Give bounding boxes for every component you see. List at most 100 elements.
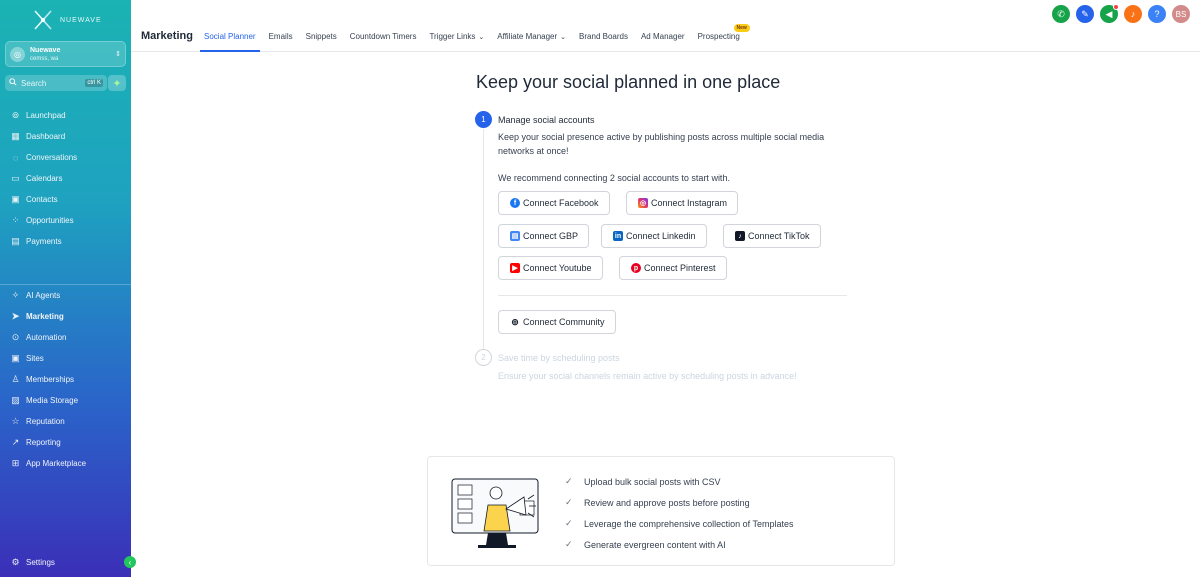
step-2-description: Ensure your social channels remain activ…	[498, 371, 797, 381]
sidebar-item-conversations[interactable]: ◌ Conversations	[0, 147, 131, 168]
button-label: Connect Pinterest	[644, 263, 716, 273]
sidebar-item-label: Settings	[26, 558, 55, 567]
magic-wand-icon: ✎	[1081, 8, 1089, 19]
quick-add-button[interactable]: ✦	[108, 75, 126, 91]
feature-text: Review and approve posts before posting	[584, 497, 750, 508]
sidebar-item-memberships[interactable]: ♙ Memberships	[0, 369, 131, 390]
tab-label: Emails	[268, 32, 293, 41]
tab-brand-boards[interactable]: Brand Boards	[575, 26, 632, 52]
grid-icon: ▦	[11, 131, 20, 141]
button-label: Connect TikTok	[748, 231, 810, 241]
sidebar-item-sites[interactable]: ▣ Sites	[0, 348, 131, 369]
step-1-title: Manage social accounts	[498, 115, 595, 125]
sidebar-item-label: Opportunities	[26, 216, 74, 225]
payments-icon: ▤	[11, 236, 20, 246]
opportunities-icon: ⁘	[11, 215, 20, 225]
sidebar-item-label: AI Agents	[26, 291, 61, 300]
notifications-button[interactable]: ♪	[1124, 5, 1142, 23]
button-label: Connect Facebook	[523, 198, 599, 208]
header-actions: ✆ ✎ ◀ ♪ ? BS	[1052, 4, 1190, 23]
help-button[interactable]: ?	[1148, 5, 1166, 23]
check-icon: ✓	[565, 518, 573, 528]
button-label: Connect Linkedin	[626, 231, 696, 241]
tab-prospecting[interactable]: Prospecting New	[694, 24, 750, 52]
brand-logo[interactable]: NUEWAVE	[32, 8, 102, 32]
tab-snippets[interactable]: Snippets	[302, 26, 341, 52]
connect-youtube-button[interactable]: ▶ Connect Youtube	[498, 256, 603, 280]
sidebar-item-label: Calendars	[26, 174, 63, 183]
facebook-icon: f	[510, 198, 520, 208]
sidebar-item-dashboard[interactable]: ▦ Dashboard	[0, 126, 131, 147]
calendar-icon: ▭	[11, 173, 20, 183]
sidebar-item-label: Automation	[26, 333, 67, 342]
connect-linkedin-button[interactable]: in Connect Linkedin	[601, 224, 707, 248]
chevron-updown-icon: ⇕	[115, 51, 121, 58]
sidebar-settings: ⚙ Settings	[0, 552, 131, 573]
community-icon: ⊚	[511, 316, 519, 327]
button-label: Connect Community	[523, 317, 605, 327]
sidebar-item-media-storage[interactable]: ▨ Media Storage	[0, 390, 131, 411]
location-icon: ◎	[10, 46, 25, 62]
chat-icon: ◌	[12, 152, 19, 163]
pinterest-icon: p	[631, 263, 641, 273]
plus-icon: ✦	[112, 77, 122, 90]
sidebar-item-label: Dashboard	[26, 132, 66, 141]
sidebar-item-automation[interactable]: ⊙ Automation	[0, 327, 131, 348]
help-icon: ?	[1154, 9, 1160, 19]
connect-gbp-button[interactable]: ▤ Connect GBP	[498, 224, 590, 248]
phone-button[interactable]: ✆	[1052, 5, 1070, 23]
sidebar-item-marketing[interactable]: ➤ Marketing	[0, 306, 131, 327]
tab-social-planner[interactable]: Social Planner	[200, 26, 260, 52]
sidebar-item-payments[interactable]: ▤ Payments	[0, 231, 131, 252]
features-card: ✓ Upload bulk social posts with CSV ✓ Revi…	[427, 456, 895, 566]
step-1-number: 1	[475, 111, 492, 128]
sidebar-item-label: Reporting	[26, 438, 61, 447]
sidebar-item-ai-agents[interactable]: ✧ AI Agents	[0, 285, 131, 306]
tab-trigger-links[interactable]: Trigger Links ⌄	[425, 26, 488, 52]
account-location: cemss, wa	[30, 55, 59, 62]
sidebar-item-opportunities[interactable]: ⁘ Opportunities	[0, 210, 131, 231]
sidebar-nav-bottom: ✧ AI Agents ➤ Marketing ⊙ Automation ▣ Sites…	[0, 285, 131, 474]
tab-label: Prospecting	[697, 32, 740, 41]
phone-icon: ✆	[1057, 8, 1065, 19]
search-input[interactable]: Search ctrl K	[5, 75, 107, 91]
sidebar-item-label: Payments	[26, 237, 62, 246]
sidebar-item-reporting[interactable]: ↗ Reporting	[0, 432, 131, 453]
tab-label: Trigger Links	[429, 32, 476, 41]
connect-facebook-button[interactable]: f Connect Facebook	[498, 191, 610, 215]
brand-name: NUEWAVE	[60, 16, 102, 24]
check-icon: ✓	[565, 539, 573, 549]
step-connector	[483, 129, 484, 351]
announcements-button[interactable]: ◀	[1100, 4, 1119, 23]
sidebar-item-calendars[interactable]: ▭ Calendars	[0, 168, 131, 189]
check-icon: ✓	[565, 476, 573, 486]
logo-icon	[34, 10, 52, 30]
sidebar-item-launchpad[interactable]: ⊚ Launchpad	[0, 105, 131, 126]
tab-countdown-timers[interactable]: Countdown Timers	[346, 26, 421, 52]
list-item: ✓ Leverage the comprehensive collection o…	[565, 513, 793, 534]
sidebar-item-label: Media Storage	[26, 396, 79, 405]
account-switcher[interactable]: ◎ Nuewave cemss, wa ⇕	[5, 41, 126, 67]
section-divider	[498, 295, 847, 296]
sites-icon: ▣	[11, 353, 20, 363]
magic-button[interactable]: ✎	[1076, 5, 1094, 23]
tab-ad-manager[interactable]: Ad Manager	[637, 26, 689, 52]
sidebar-item-settings[interactable]: ⚙ Settings	[0, 552, 131, 573]
account-name: Nuewave	[30, 46, 61, 54]
connect-pinterest-button[interactable]: p Connect Pinterest	[619, 256, 727, 280]
automation-icon: ⊙	[11, 332, 20, 342]
avatar[interactable]: BS	[1172, 5, 1190, 23]
feature-text: Upload bulk social posts with CSV	[584, 476, 721, 487]
page-title: Marketing	[141, 30, 193, 42]
connect-instagram-button[interactable]: ◎ Connect Instagram	[626, 191, 739, 215]
tab-emails[interactable]: Emails	[265, 26, 297, 52]
sidebar-item-app-marketplace[interactable]: ⊞ App Marketplace	[0, 453, 131, 474]
sidebar-item-reputation[interactable]: ☆ Reputation	[0, 411, 131, 432]
sidebar-item-label: App Marketplace	[26, 459, 87, 468]
sidebar-item-contacts[interactable]: ▣ Contacts	[0, 189, 131, 210]
tab-affiliate-manager[interactable]: Affiliate Manager ⌄	[493, 26, 570, 52]
bell-icon: ♪	[1130, 9, 1136, 19]
connect-community-button[interactable]: ⊚ Connect Community	[498, 310, 616, 334]
connect-tiktok-button[interactable]: ♪ Connect TikTok	[723, 224, 821, 248]
sidebar-item-label: Launchpad	[26, 111, 66, 120]
